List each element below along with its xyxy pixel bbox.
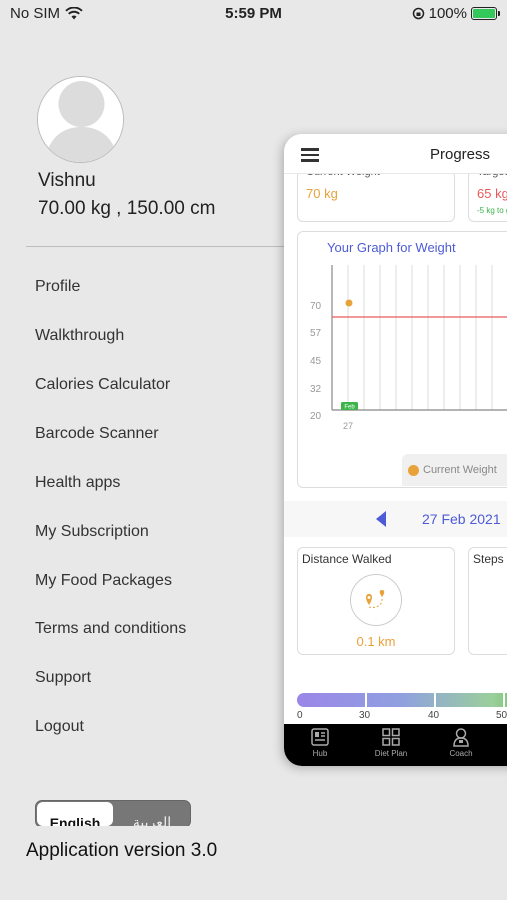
progress-scale-label: 0 bbox=[297, 710, 303, 721]
steps-card[interactable]: Steps bbox=[468, 547, 507, 655]
tab-diet-plan[interactable]: Diet Plan bbox=[366, 727, 416, 758]
divider bbox=[26, 246, 296, 247]
preview-tab-bar: Hub Diet Plan Coach bbox=[284, 724, 507, 766]
tab-label: Diet Plan bbox=[374, 749, 408, 758]
current-weight-value: 70 kg bbox=[306, 186, 338, 201]
target-weight-value: 65 kg bbox=[477, 186, 507, 201]
distance-walked-card[interactable]: Distance Walked 0.1 km bbox=[297, 547, 455, 655]
menu-item-calories-calculator[interactable]: Calories Calculator bbox=[35, 376, 170, 394]
route-pin-icon bbox=[366, 590, 385, 608]
steps-label: Steps bbox=[473, 552, 504, 566]
menu-item-my-food-packages[interactable]: My Food Packages bbox=[35, 572, 172, 590]
route-icon-circle bbox=[350, 574, 402, 626]
distance-walked-value: 0.1 km bbox=[356, 634, 396, 649]
tab-coach[interactable]: Coach bbox=[436, 727, 486, 758]
chart-legend: Current Weight bbox=[402, 454, 507, 486]
tab-label: Hub bbox=[312, 749, 328, 758]
bottom-area bbox=[0, 826, 507, 900]
tab-label: Coach bbox=[449, 749, 473, 758]
progress-tick bbox=[434, 693, 436, 707]
date-navigator: 27 Feb 2021 bbox=[284, 501, 507, 537]
previous-date-arrow-icon[interactable] bbox=[376, 511, 386, 527]
progress-screen-preview[interactable]: Current Weight 70 kg Target 65 kg -5 kg … bbox=[284, 134, 507, 766]
target-weight-card: Target 65 kg -5 kg to go bbox=[468, 170, 507, 222]
user-placeholder-icon bbox=[38, 77, 123, 162]
progress-scale-label: 50 bbox=[496, 710, 507, 721]
progress-scale-label: 40 bbox=[428, 710, 440, 721]
language-option-english[interactable]: English bbox=[37, 802, 113, 827]
current-weight-card: Current Weight 70 kg bbox=[297, 170, 455, 222]
menu-item-support[interactable]: Support bbox=[35, 669, 91, 687]
menu-item-walkthrough[interactable]: Walkthrough bbox=[35, 327, 124, 345]
distance-walked-label: Distance Walked bbox=[302, 552, 392, 566]
x-tick-label: 27 bbox=[343, 421, 354, 431]
month-badge-label: Feb bbox=[344, 405, 355, 411]
weight-graph-card: Your Graph for Weight 70 57 45 32 20 Feb… bbox=[297, 231, 507, 488]
coach-icon bbox=[453, 728, 469, 747]
battery-percent: 100% bbox=[428, 5, 467, 22]
weight-chart: Feb bbox=[331, 265, 507, 411]
current-date: 27 Feb 2021 bbox=[422, 511, 501, 527]
user-stats: 70.00 kg , 150.00 cm bbox=[38, 198, 216, 219]
battery-icon bbox=[471, 7, 500, 20]
status-right: 100% bbox=[412, 5, 500, 22]
tab-hub[interactable]: Hub bbox=[295, 727, 345, 758]
steps-progress-bar bbox=[297, 693, 507, 707]
app-version: Application version 3.0 bbox=[26, 840, 218, 861]
progress-scale-label: 30 bbox=[359, 710, 371, 721]
menu-item-health-apps[interactable]: Health apps bbox=[35, 474, 120, 492]
menu-item-terms-and-conditions[interactable]: Terms and conditions bbox=[35, 620, 186, 638]
progress-tick bbox=[503, 693, 505, 707]
grid-icon bbox=[382, 728, 400, 746]
rotation-lock-icon bbox=[412, 7, 424, 20]
language-option-arabic[interactable]: العربية bbox=[114, 801, 190, 827]
legend-label: Current Weight bbox=[423, 464, 497, 476]
preview-title: Progress bbox=[430, 146, 491, 163]
preview-header: Progress bbox=[284, 134, 507, 174]
legend-swatch bbox=[408, 465, 419, 476]
avatar[interactable] bbox=[37, 76, 124, 163]
menu-item-my-subscription[interactable]: My Subscription bbox=[35, 523, 149, 541]
target-weight-note: -5 kg to go bbox=[477, 206, 507, 215]
language-toggle: English العربية bbox=[35, 800, 191, 828]
menu-item-profile[interactable]: Profile bbox=[35, 278, 80, 296]
hub-icon bbox=[311, 728, 329, 746]
menu-item-logout[interactable]: Logout bbox=[35, 718, 84, 736]
menu-item-barcode-scanner[interactable]: Barcode Scanner bbox=[35, 425, 159, 443]
user-name: Vishnu bbox=[38, 170, 96, 191]
progress-tick bbox=[365, 693, 367, 707]
hamburger-menu-icon[interactable] bbox=[301, 148, 319, 165]
data-point bbox=[345, 299, 353, 307]
status-bar: No SIM 5:59 PM 100% bbox=[0, 0, 507, 28]
